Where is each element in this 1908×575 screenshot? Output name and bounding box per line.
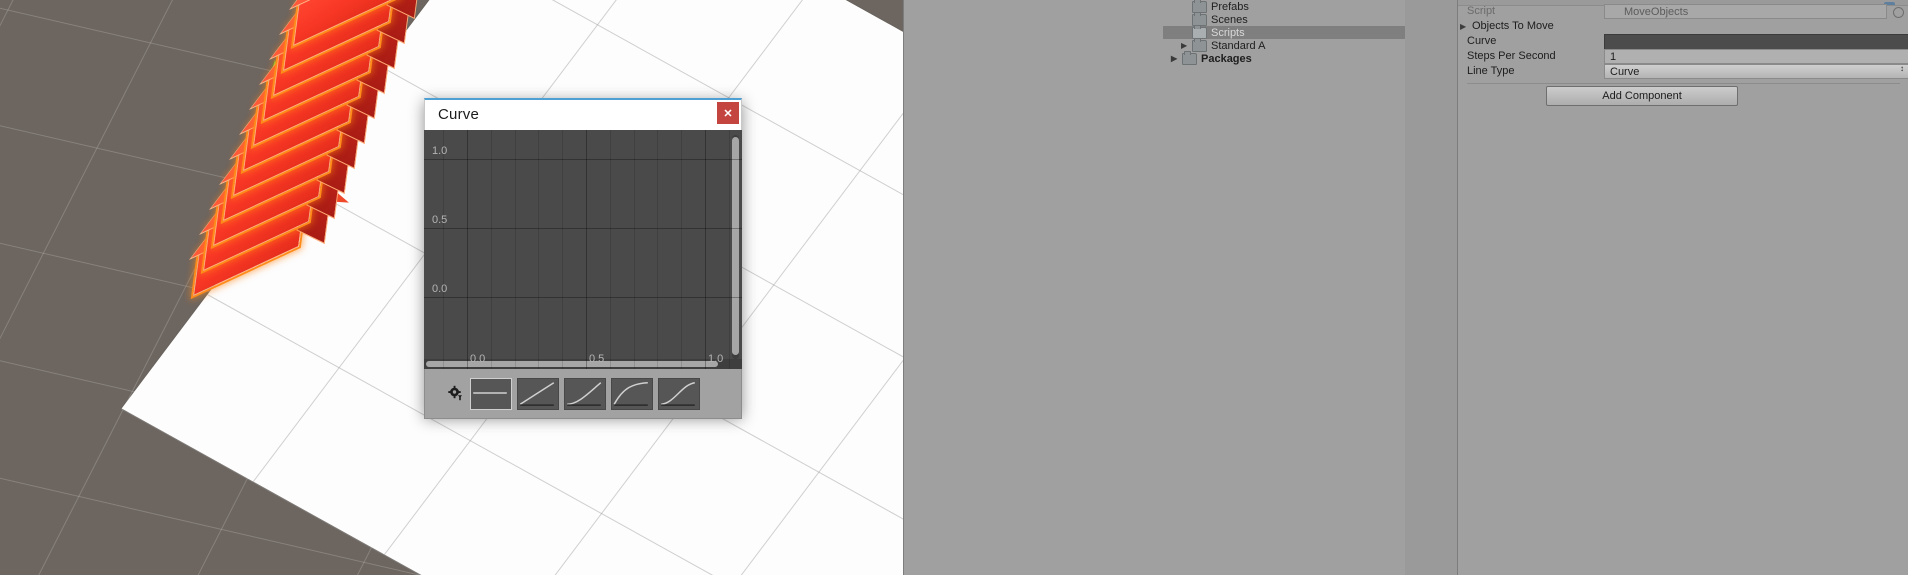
curve-y-axis-tick-label: 1.0 [432,145,448,157]
inspector-divider [1467,83,1900,84]
line-type-row: Line Type Curve ↕ [1458,64,1908,81]
folder-icon [1192,11,1207,26]
selected-stair-objects[interactable] [188,0,448,297]
inspector-panel[interactable]: Script MoveObjects ▶ Objects To Move Curve St… [1457,0,1908,575]
steps-per-second-row-input[interactable]: 1 [1604,49,1908,64]
curve-window-title: Curve [438,106,480,123]
unity-editor-window: Curve ✕ 0.0 0.5 1.0 0.0 0.5 1.0 Prefabs … [0,0,1908,575]
preset-ease-in[interactable] [564,378,606,410]
project-tree-item-packages[interactable]: ▶ Packages [1163,50,1405,65]
project-panel-empty-area[interactable] [903,0,1165,575]
updown-arrows-icon: ↕ [1900,64,1904,73]
objects-to-move-row-label: Objects To Move [1472,20,1554,32]
steps-per-second-row-label: Steps Per Second [1467,50,1556,62]
script-row-label: Script [1467,5,1496,17]
curve-gridline-vertical [681,130,683,369]
project-tree-item-standard-a[interactable]: ▶ Standard A [1163,37,1405,52]
curve-gridline-horizontal [424,159,742,160]
line-type-row-label: Line Type [1467,65,1515,77]
curve-editor-window[interactable]: Curve ✕ 0.0 0.5 1.0 0.0 0.5 1.0 [424,98,742,419]
curve-row-label: Curve [1467,35,1497,47]
curve-x-axis-tick-label: 1.0 [708,353,724,365]
folder-icon [1192,37,1207,52]
curve-graph-canvas[interactable]: 0.0 0.5 1.0 0.0 0.5 1.0 [424,130,742,369]
object-picker-icon[interactable] [1893,7,1904,18]
preset-ease-out[interactable] [611,378,653,410]
curve-preset-toolbar[interactable] [424,369,742,419]
line-type-row-dropdown[interactable]: Curve ↕ [1604,64,1908,79]
folder-icon [1192,0,1207,13]
curve-gridline-horizontal [424,228,742,229]
curve-x-axis-tick-label: 0.0 [470,353,486,365]
curve-gridline-vertical [657,130,659,369]
close-icon[interactable]: ✕ [717,102,739,124]
curve-gridline-vertical [467,130,468,369]
chevron-right-icon[interactable]: ▶ [1171,54,1182,63]
curve-gridline-vertical [514,130,516,369]
curve-gridline-horizontal [424,297,742,298]
chevron-right-icon[interactable]: ▶ [1460,22,1466,31]
add-component-button[interactable]: Add Component [1546,86,1738,106]
curve-x-axis-tick-label: 0.5 [589,353,605,365]
project-tree-item-label: Scripts [1211,26,1245,39]
folder-icon [1182,50,1197,65]
project-tree-item-label: Standard A [1211,39,1266,52]
project-tree-item-label: Packages [1201,52,1252,65]
curve-gridline-vertical [490,130,492,369]
curve-gridline-vertical [633,130,635,369]
project-tree-item-label: Prefabs [1211,0,1249,13]
curve-window-titlebar[interactable]: Curve ✕ [424,98,742,130]
curve-preset-list [470,378,700,410]
script-row-value[interactable]: MoveObjects [1604,4,1887,19]
gear-icon[interactable] [447,385,465,403]
curve-gridline-vertical [705,130,706,369]
folder-icon [1192,24,1207,39]
curve-gridline-vertical [443,130,445,369]
curve-gridline-vertical [562,130,564,369]
curve-gridline-vertical [538,130,540,369]
chevron-right-icon[interactable]: ▶ [1181,41,1192,50]
project-folder-tree[interactable]: Prefabs Scenes Scripts ▶ Standard A ▶ Packages [1163,0,1405,575]
curve-vertical-scrollbar[interactable] [732,135,739,359]
preset-constant[interactable] [470,378,512,410]
preset-ease-in-out[interactable] [658,378,700,410]
curve-y-axis-tick-label: 0.0 [432,283,448,295]
curve-y-axis-tick-label: 0.5 [432,214,448,226]
curve-gridline-vertical [609,130,611,369]
project-tree-item-label: Scenes [1211,13,1248,26]
preset-linear[interactable] [517,378,559,410]
curve-gridline-vertical [586,130,587,369]
curve-gridline-vertical [728,130,730,369]
